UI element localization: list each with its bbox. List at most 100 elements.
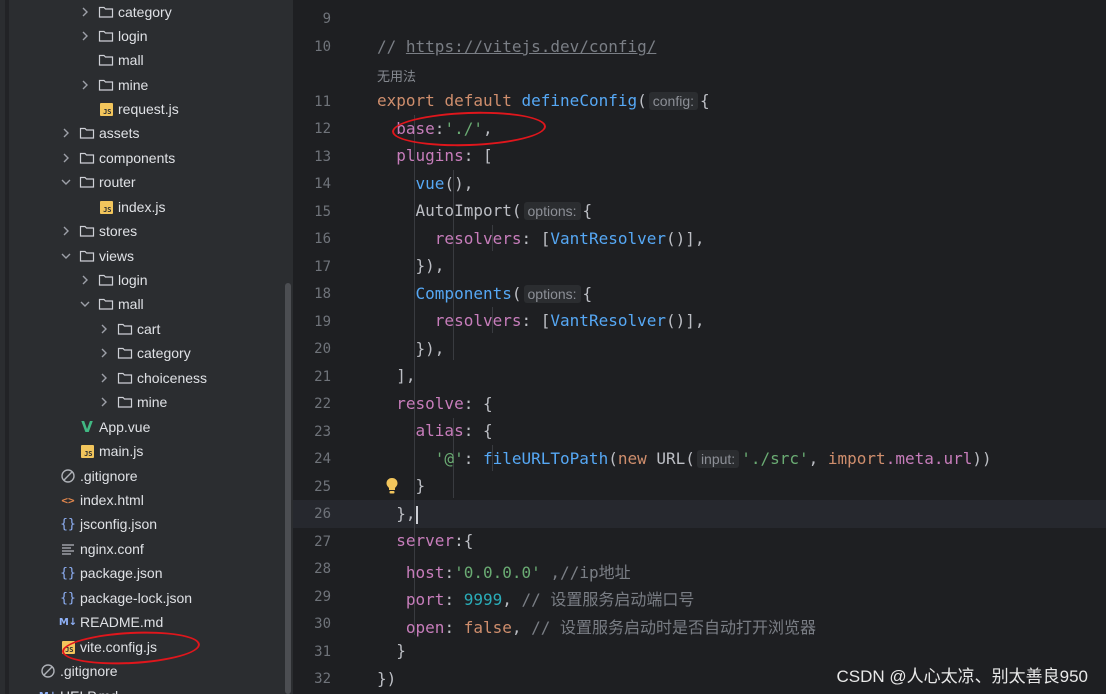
scrollbar-thumb[interactable]: [285, 283, 291, 694]
folder-icon: [117, 370, 133, 386]
code-line-24[interactable]: '@': fileURLToPath(new URL(input: './src'…: [377, 449, 992, 468]
tree-item-label: stores: [99, 223, 138, 239]
chevron-right-icon[interactable]: [59, 151, 73, 165]
folder-icon: [117, 345, 133, 361]
sidebar-scrollbar[interactable]: [283, 0, 293, 694]
code-line-29[interactable]: port: 9999, // 设置服务启动端口号: [377, 586, 695, 610]
tree-item[interactable]: mine: [97, 390, 167, 414]
line-number: 19: [314, 313, 331, 330]
ignore-file-icon: [40, 663, 56, 679]
lightbulb-icon[interactable]: [385, 477, 399, 495]
tree-item[interactable]: mall: [78, 292, 144, 316]
code-line-22[interactable]: resolve: {: [377, 394, 492, 413]
tree-item[interactable]: {} package.json: [40, 561, 162, 585]
vant-resolver-call: VantResolver: [550, 311, 666, 330]
tree-item[interactable]: category: [78, 0, 172, 24]
code-line-19[interactable]: resolvers: [VantResolver()],: [377, 311, 705, 330]
chevron-down-icon[interactable]: [78, 297, 92, 311]
config-url-link[interactable]: https://vitejs.dev/config/: [406, 37, 656, 56]
tree-item[interactable]: assets: [59, 121, 139, 145]
tree-item[interactable]: router: [59, 170, 136, 194]
chevron-right-icon[interactable]: [59, 224, 73, 238]
code-line-15[interactable]: AutoImport(options:{: [377, 201, 592, 220]
chevron-right-icon[interactable]: [97, 346, 111, 360]
code-line-32[interactable]: }): [377, 669, 396, 688]
code-line-14[interactable]: vue(),: [377, 174, 474, 193]
new-keyword: new: [617, 449, 647, 468]
tree-item[interactable]: {} jsconfig.json: [40, 512, 157, 536]
code-line-16[interactable]: resolvers: [VantResolver()],: [377, 229, 705, 248]
tree-item[interactable]: views: [59, 244, 134, 268]
code-line-31[interactable]: }: [377, 641, 406, 660]
chevron-right-icon[interactable]: [97, 322, 111, 336]
tree-item-label: mall: [118, 52, 144, 68]
host-property: host: [405, 563, 445, 582]
tree-item-label: index.js: [118, 199, 166, 215]
tree-item-label: package-lock.json: [80, 590, 193, 606]
code-line-26[interactable]: },: [377, 504, 418, 524]
param-hint: config:: [648, 92, 698, 110]
tree-item[interactable]: choiceness: [97, 366, 207, 390]
import-keyword: import: [827, 449, 886, 468]
chevron-right-icon[interactable]: [78, 78, 92, 92]
code-line-27[interactable]: server:{: [377, 531, 473, 550]
code-line-30[interactable]: open: false, // 设置服务启动时是否自动打开浏览器: [377, 614, 816, 638]
chevron-down-icon[interactable]: [59, 249, 73, 263]
tree-item[interactable]: components: [59, 146, 175, 170]
chevron-right-icon[interactable]: [97, 395, 111, 409]
tree-item[interactable]: mall: [78, 48, 144, 72]
line-number: 28: [314, 561, 331, 577]
tree-item-label: category: [137, 345, 191, 361]
js-file-icon: JS: [98, 101, 114, 117]
code-line-20[interactable]: }),: [377, 339, 445, 358]
ignore-file-icon: [60, 468, 76, 484]
code-line-23[interactable]: alias: {: [377, 421, 493, 440]
config-file-icon: [60, 541, 76, 557]
tree-item[interactable]: stores: [59, 219, 137, 243]
chevron-right-icon[interactable]: [78, 273, 92, 287]
tree-item[interactable]: nginx.conf: [40, 537, 144, 561]
tree-item[interactable]: category: [97, 341, 191, 365]
tree-item[interactable]: {} package-lock.json: [40, 586, 192, 610]
tree-item-label: assets: [99, 125, 140, 141]
tree-item[interactable]: login: [78, 24, 148, 48]
tree-item[interactable]: JS index.js: [78, 195, 165, 219]
chevron-down-icon[interactable]: [59, 175, 73, 189]
chevron-right-icon[interactable]: [97, 371, 111, 385]
line-number: 24: [314, 451, 331, 467]
code-editor[interactable]: 9 10 11 12 13 14 15 16 17 18 19 20 21 22 23 24 25 26 27 28 2…: [293, 0, 1106, 694]
code-line-13[interactable]: plugins: [: [377, 146, 492, 165]
tree-item[interactable]: JS main.js: [59, 439, 143, 463]
indent-guide: [453, 170, 454, 360]
chevron-right-icon[interactable]: [78, 29, 92, 43]
code-line-17[interactable]: }),: [377, 256, 445, 275]
tree-item[interactable]: cart: [97, 317, 160, 341]
chevron-right-icon[interactable]: [78, 5, 92, 19]
code-line-10[interactable]: // https://vitejs.dev/config/: [377, 37, 656, 56]
line-number: 30: [314, 616, 331, 632]
code-line-21[interactable]: ],: [377, 366, 415, 385]
tree-item[interactable]: mine: [78, 73, 148, 97]
code-line-11[interactable]: export default defineConfig(config:{: [377, 91, 710, 110]
tree-item[interactable]: M↓ README.md: [40, 610, 163, 634]
code-line-18[interactable]: Components(options:{: [377, 284, 592, 303]
components-call: Components: [415, 284, 512, 303]
tree-item[interactable]: <> index.html: [40, 488, 143, 512]
tree-item[interactable]: JS request.js: [78, 97, 179, 121]
folder-icon: [98, 28, 114, 44]
js-file-icon: JS: [79, 443, 95, 459]
tree-item[interactable]: login: [78, 268, 148, 292]
line-number: 21: [314, 368, 331, 385]
chevron-right-icon[interactable]: [59, 126, 73, 140]
code-line-28[interactable]: host:'0.0.0.0' ,//ip地址: [377, 559, 631, 583]
usage-inlay[interactable]: 无用法: [377, 66, 416, 85]
tree-item[interactable]: M↓HELP.md: [20, 684, 118, 694]
tree-item[interactable]: V App.vue: [59, 415, 150, 439]
folder-icon: [79, 223, 95, 239]
port-comment: // 设置服务启动端口号: [521, 590, 695, 609]
tree-item[interactable]: .gitignore: [40, 464, 138, 488]
